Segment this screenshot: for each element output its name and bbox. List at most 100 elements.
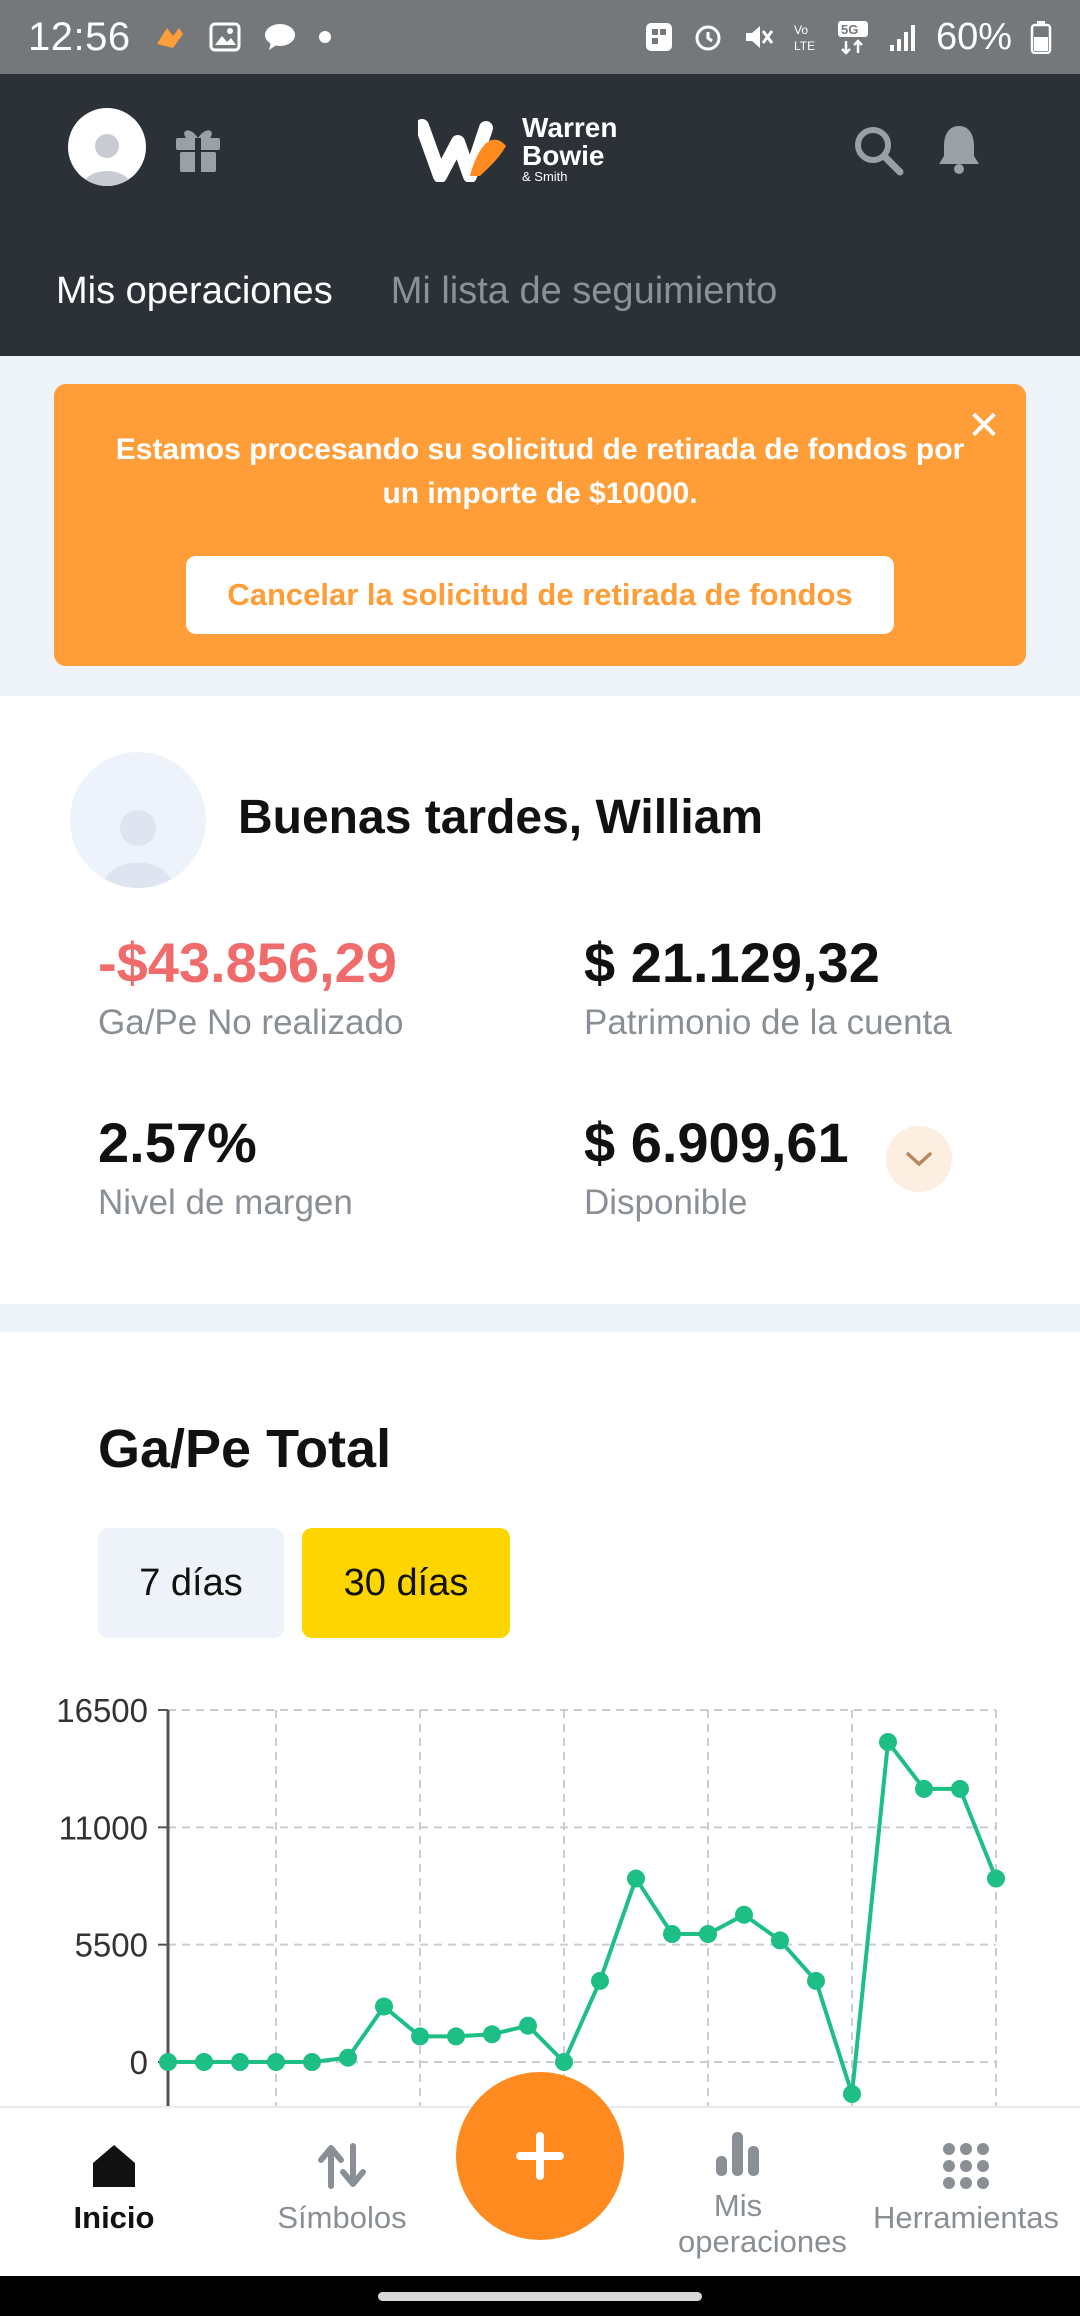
brand-logo: Warren Bowie & Smith (418, 114, 617, 184)
logo-mark-icon (418, 119, 506, 182)
data-point (411, 2027, 429, 2046)
nav-tools-label: Herramientas (872, 2200, 1060, 2235)
equity-label: Patrimonio de la cuenta (584, 1003, 952, 1042)
bell-icon[interactable] (936, 122, 982, 174)
new-trade-button[interactable] (456, 2072, 624, 2240)
data-point (987, 1869, 1005, 1888)
data-point (843, 2085, 861, 2103)
status-bar: 12:56 Vo LTE 5G 60% (0, 0, 1080, 74)
data-point (951, 1779, 969, 1798)
nav-tools[interactable]: Herramientas (856, 2138, 1076, 2236)
data-point (915, 1779, 933, 1798)
chat-bubble-icon (264, 24, 295, 50)
tab-my-operations[interactable]: Mis operaciones (56, 270, 333, 313)
arrows-updown-icon (318, 2143, 366, 2189)
volte-icon: Vo LTE (794, 23, 815, 53)
margin-level-value: 2.57% (98, 1111, 257, 1174)
expand-stats-button[interactable] (886, 1126, 952, 1192)
app-notification-icon (156, 28, 183, 48)
unrealized-pnl-value: -$43.856,29 (98, 931, 397, 994)
home-icon (93, 2145, 135, 2187)
bar-chart-icon (716, 2132, 759, 2176)
unrealized-pnl-label: Ga/Pe No realizado (98, 1003, 404, 1042)
series-line (168, 1740, 998, 2096)
signal-icon (889, 25, 915, 51)
banner-area: Estamos procesando su solicitud de retir… (0, 356, 1080, 696)
data-point (483, 2025, 501, 2044)
search-icon[interactable] (852, 124, 904, 176)
nav-home[interactable]: Inicio (4, 2138, 224, 2236)
user-icon (83, 134, 131, 186)
y-tick-label: 11000 (59, 1809, 148, 1846)
data-point (555, 2053, 573, 2071)
data-point (519, 2016, 537, 2035)
data-point (303, 2053, 321, 2071)
gallery-icon (209, 22, 241, 52)
y-tick-label: 0 (130, 2044, 148, 2081)
withdrawal-banner: Estamos procesando su solicitud de retir… (54, 384, 1026, 666)
banner-message: Estamos procesando su solicitud de retir… (115, 433, 965, 510)
data-point (447, 2027, 465, 2046)
alarm-icon (695, 25, 721, 51)
y-tick-label: 5500 (75, 1927, 148, 1964)
equity-value: $ 21.129,32 (584, 931, 880, 994)
data-point (807, 1971, 825, 1990)
data-point (627, 1869, 645, 1888)
data-point (879, 1733, 897, 1751)
close-icon[interactable]: ✕ (964, 406, 1004, 446)
data-point (159, 2053, 177, 2071)
data-saver-icon (645, 23, 672, 51)
cancel-withdrawal-button[interactable]: Cancelar la solicitud de retirada de fon… (186, 556, 894, 634)
svg-text:5G: 5G (841, 22, 858, 37)
tab-watchlist[interactable]: Mi lista de seguimiento (391, 270, 778, 313)
data-point (591, 1971, 609, 1990)
battery-percent: 60% (935, 15, 1012, 58)
nav-my-operations-label: Mis operaciones (678, 2188, 847, 2259)
data-point (195, 2053, 213, 2071)
pnl-title: Ga/Pe Total (98, 1419, 392, 1479)
data-point (699, 1925, 717, 1943)
nav-home-label: Inicio (73, 2200, 155, 2235)
svg-text:LTE: LTE (794, 39, 815, 53)
greeting-text: Buenas tardes, William (238, 791, 764, 844)
data-point (375, 1997, 393, 2016)
gift-icon[interactable] (172, 122, 224, 174)
nav-symbols-label: Símbolos (277, 2200, 407, 2235)
range-30-days-button[interactable]: 30 días (302, 1528, 510, 1638)
app-header: Warren Bowie & Smith Mis operaciones Mi … (0, 74, 1080, 356)
grid-icon (943, 2143, 989, 2189)
data-point (663, 1925, 681, 1943)
pnl-line-chart: 16500 11000 5500 0 (56, 1692, 1005, 2110)
nav-my-operations[interactable]: Mis operaciones (628, 2126, 848, 2260)
y-tick-label: 16500 (56, 1692, 148, 1729)
battery-icon (1030, 21, 1052, 54)
available-stat: $ 6.909,61 Disponible (584, 1110, 849, 1223)
range-7-days-button[interactable]: 7 días (98, 1528, 284, 1638)
5g-icon: 5G (837, 21, 868, 55)
unrealized-pnl-stat: -$43.856,29 Ga/Pe No realizado (98, 930, 403, 1043)
profile-avatar[interactable] (68, 108, 146, 186)
mute-icon (745, 26, 774, 48)
chevron-down-icon (906, 1152, 932, 1167)
margin-level-stat: 2.57% Nivel de margen (98, 1110, 353, 1223)
logo-line-1: Warren (522, 112, 618, 143)
data-point (339, 2048, 357, 2067)
operations-tabs: Mis operaciones Mi lista de seguimiento (56, 270, 777, 313)
data-point (267, 2053, 285, 2071)
equity-stat: $ 21.129,32 Patrimonio de la cuenta (584, 930, 952, 1043)
data-point (771, 1931, 789, 1950)
data-point (231, 2053, 249, 2071)
status-time: 12:56 (28, 14, 131, 59)
svg-text:Vo: Vo (794, 23, 808, 37)
plus-icon (516, 2132, 564, 2180)
available-value: $ 6.909,61 (584, 1111, 849, 1174)
greeting-avatar (70, 752, 206, 888)
nav-symbols[interactable]: Símbolos (232, 2138, 452, 2236)
margin-level-label: Nivel de margen (98, 1183, 353, 1222)
user-icon (102, 810, 174, 888)
logo-line-2: Bowie (522, 140, 605, 171)
section-divider (0, 1304, 1080, 1332)
logo-sub: & Smith (522, 169, 568, 184)
available-label: Disponible (584, 1183, 748, 1222)
data-point (735, 1905, 753, 1924)
